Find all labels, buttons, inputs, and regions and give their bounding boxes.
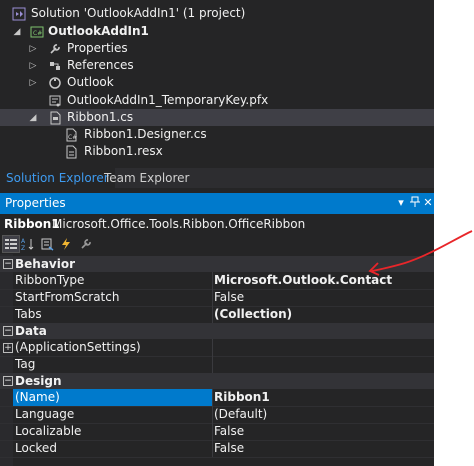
expand-plus-icon[interactable]: + [3,343,13,353]
solution-icon [12,7,26,21]
collapse-toggle-icon[interactable]: − [3,259,13,269]
tree-item-label: OutlookAddIn1 [48,24,149,38]
category-design[interactable]: − Design [0,373,434,389]
close-icon[interactable]: ✕ [421,196,435,210]
alphabetical-icon[interactable]: AZ [20,236,36,252]
collapsed-arrow-icon[interactable]: ▷ [28,78,38,88]
properties-page-icon[interactable] [39,236,55,252]
property-name: Tag [15,357,36,371]
collapsed-arrow-icon[interactable]: ▷ [28,44,38,54]
tab-team-explorer[interactable]: Team Explorer [98,168,196,188]
expanded-arrow-icon[interactable]: ◢ [28,113,38,123]
tree-item-label: OutlookAddIn1_TemporaryKey.pfx [67,93,269,107]
properties-title-bar: Properties ▾ ✕ [0,193,434,214]
tree-item-label: Outlook [67,75,114,89]
property-row-tag[interactable]: Tag [0,356,434,374]
svg-text:C#: C# [33,30,42,37]
property-name: (ApplicationSettings) [15,340,141,354]
tree-item-ribbon-designer[interactable]: C# Ribbon1.Designer.cs [0,126,434,143]
property-row-name[interactable]: (Name) Ribbon1 [0,389,434,407]
tree-item-label: Ribbon1.cs [67,110,134,124]
property-row-language[interactable]: Language (Default) [0,406,434,424]
property-name-selected: (Name) [13,389,212,406]
tree-item-ribbon-cs[interactable]: ◢ Ribbon1.cs [0,109,434,126]
solution-explorer-tree: Solution 'OutlookAddIn1' (1 project) ◢ C… [0,0,434,164]
certificate-icon [48,94,62,108]
tree-item-pfx[interactable]: OutlookAddIn1_TemporaryKey.pfx [0,92,434,109]
property-name: Localizable [15,424,82,438]
property-pages-icon[interactable] [78,236,94,252]
tree-item-label: Properties [67,41,128,55]
categorized-icon[interactable] [2,235,20,253]
svg-text:A: A [21,238,26,245]
property-name: Language [15,407,75,421]
pin-icon[interactable] [408,196,422,210]
property-value[interactable]: (Collection) [212,306,436,323]
collapsed-arrow-icon[interactable]: ▷ [28,61,38,71]
wrench-icon [48,42,62,56]
property-row-startfromscratch[interactable]: StartFromScratch False [0,289,434,307]
property-name: Tabs [15,307,42,321]
tree-item-label: References [67,58,134,72]
tree-item-references[interactable]: ▷ References [0,57,434,74]
tree-item-project[interactable]: ◢ C# OutlookAddIn1 [0,23,434,40]
tree-item-label: Ribbon1.resx [84,144,163,158]
property-value[interactable]: False [212,289,436,306]
property-row-applicationsettings[interactable]: + (ApplicationSettings) [0,339,434,357]
tree-item-outlook[interactable]: ▷ Outlook [0,74,434,91]
tree-item-properties[interactable]: ▷ Properties [0,40,434,57]
tree-item-label: Ribbon1.Designer.cs [84,127,207,141]
property-value[interactable]: Ribbon1 [212,389,436,406]
window-dropdown-icon[interactable]: ▾ [394,196,408,210]
csharp-project-icon: C# [30,25,44,39]
property-row-tabs[interactable]: Tabs (Collection) [0,306,434,324]
property-row-localizable[interactable]: Localizable False [0,423,434,441]
collapse-toggle-icon[interactable]: − [3,326,13,336]
annotation-arrow-icon [368,230,473,276]
property-name: RibbonType [15,273,85,287]
property-row-locked[interactable]: Locked False [0,440,434,458]
property-value[interactable] [212,339,436,356]
tree-item-label: Solution 'OutlookAddIn1' (1 project) [31,6,246,20]
outlook-folder-icon [48,76,62,90]
property-value[interactable]: (Default) [212,406,436,423]
events-icon[interactable] [58,236,74,252]
property-name: Locked [15,441,57,455]
explorer-tab-strip: Solution Explorer Team Explorer [0,168,434,188]
svg-text:C#: C# [68,134,77,141]
svg-text:Z: Z [21,245,25,251]
property-value[interactable]: False [212,440,436,457]
code-file-icon: C# [64,128,78,142]
ribbon-file-icon [48,111,62,125]
property-value[interactable]: False [212,423,436,440]
resx-file-icon [64,145,78,159]
category-data[interactable]: − Data [0,323,434,339]
property-name: StartFromScratch [15,290,120,304]
properties-title: Properties [5,196,66,210]
references-icon [48,59,62,73]
expanded-arrow-icon[interactable]: ◢ [12,27,22,37]
property-grid: − Behavior RibbonType Microsoft.Outlook.… [0,254,434,466]
tree-item-ribbon-resx[interactable]: Ribbon1.resx [0,143,434,160]
tree-item-solution[interactable]: Solution 'OutlookAddIn1' (1 project) [0,5,434,22]
property-value[interactable] [212,356,436,373]
object-type: Microsoft.Office.Tools.Ribbon.OfficeRibb… [52,217,306,231]
collapse-toggle-icon[interactable]: − [3,376,13,386]
